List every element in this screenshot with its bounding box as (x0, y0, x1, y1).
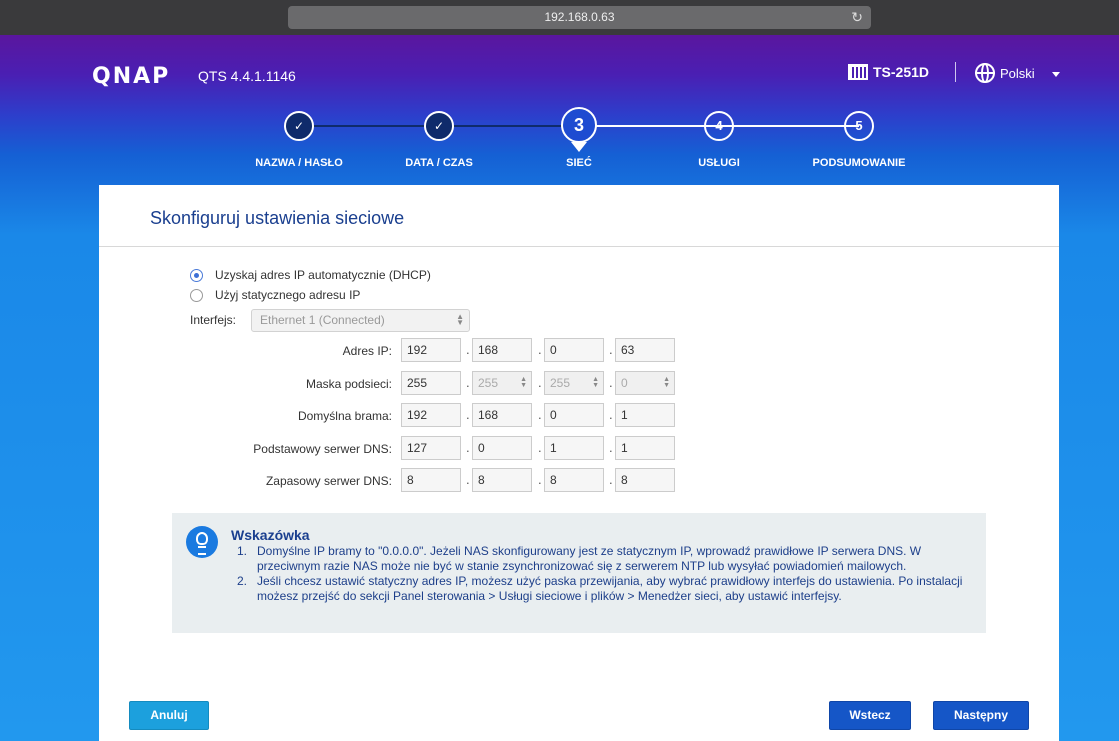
octet-separator: . (466, 440, 470, 455)
step-5-indicator: 5 (844, 111, 874, 141)
secondary-dns-octet-4[interactable]: 8 (615, 468, 675, 492)
step-2-check-icon: ✓ (424, 111, 454, 141)
spinner-arrows-icon: ▲ ▼ (520, 376, 527, 389)
static-ip-label: Użyj statycznego adresu IP (215, 288, 361, 302)
octet-separator: . (538, 472, 542, 487)
select-arrows-icon: ▲ ▼ (456, 312, 464, 327)
ip-octet-1[interactable]: 192 (401, 338, 461, 362)
step-4-label: USŁUGI (698, 157, 740, 169)
step-1-label: NAZWA / HASŁO (255, 157, 343, 169)
secondary-dns-octet-2[interactable]: 8 (472, 468, 532, 492)
tip-list: 1. Domyślne IP bramy to "0.0.0.0". Jeżel… (237, 544, 977, 604)
tip-item-number: 2. (237, 574, 248, 588)
title-divider (99, 246, 1059, 247)
octet-separator: . (538, 375, 542, 390)
primary-dns-octet-2[interactable]: 0 (472, 436, 532, 460)
octet-separator: . (609, 407, 613, 422)
mask-octet-4[interactable]: 0 ▲ ▼ (615, 371, 675, 395)
firmware-version: QTS 4.4.1.1146 (198, 68, 296, 84)
interface-value: Ethernet 1 (Connected) (260, 313, 385, 327)
mask-octet-3[interactable]: 255 ▲ ▼ (544, 371, 604, 395)
step-active-pointer (571, 142, 587, 152)
octet-separator: . (609, 440, 613, 455)
secondary-dns-label: Zapasowy serwer DNS: (265, 474, 392, 488)
octet-separator: . (466, 407, 470, 422)
browser-toolbar: 192.168.0.63 ↻ (0, 0, 1119, 35)
primary-dns-octet-4[interactable]: 1 (615, 436, 675, 460)
spinner-arrows-icon: ▲ ▼ (663, 376, 670, 389)
gateway-label: Domyślna brama: (297, 409, 392, 423)
secondary-dns-octet-3[interactable]: 8 (544, 468, 604, 492)
gateway-octet-3[interactable]: 0 (544, 403, 604, 427)
mask-octet-4-value: 0 (621, 376, 628, 390)
octet-separator: . (466, 472, 470, 487)
octet-separator: . (538, 342, 542, 357)
primary-dns-octet-1[interactable]: 127 (401, 436, 461, 460)
address-bar[interactable]: 192.168.0.63 ↻ (288, 6, 871, 29)
panel-title: Skonfiguruj ustawienia sieciowe (150, 208, 405, 228)
tip-item-number: 1. (237, 544, 248, 558)
dhcp-option[interactable]: Uzyskaj adres IP automatycznie (DHCP) (190, 268, 431, 282)
next-button[interactable]: Następny (933, 701, 1029, 730)
mask-octet-2[interactable]: 255 ▲ ▼ (472, 371, 532, 395)
lightbulb-icon (186, 526, 218, 558)
ip-octet-4[interactable]: 63 (615, 338, 675, 362)
address-text: 192.168.0.63 (544, 10, 615, 24)
interface-label: Interfejs: (190, 313, 237, 327)
step-5-label: PODSUMOWANIE (812, 157, 906, 169)
spinner-arrows-icon: ▲ ▼ (592, 376, 599, 389)
primary-dns-label: Podstawowy serwer DNS: (253, 442, 392, 456)
octet-separator: . (538, 440, 542, 455)
gateway-octet-2[interactable]: 168 (472, 403, 532, 427)
octet-separator: . (609, 375, 613, 390)
step-1-check-icon: ✓ (284, 111, 314, 141)
nas-device-icon (848, 64, 868, 80)
primary-dns-octet-3[interactable]: 1 (544, 436, 604, 460)
tip-item: 2. Jeśli chcesz ustawić statyczny adres … (237, 574, 977, 604)
gateway-octet-4[interactable]: 1 (615, 403, 675, 427)
step-3-label: SIEĆ (566, 157, 592, 169)
reload-icon[interactable]: ↻ (851, 6, 863, 29)
cancel-button[interactable]: Anuluj (129, 701, 209, 730)
octet-separator: . (609, 342, 613, 357)
static-ip-option[interactable]: Użyj statycznego adresu IP (190, 288, 360, 302)
static-ip-radio[interactable] (190, 288, 203, 302)
language-label: Polski (1000, 65, 1035, 81)
device-model: TS-251D (848, 64, 929, 80)
back-button[interactable]: Wstecz (829, 701, 911, 730)
octet-separator: . (466, 375, 470, 390)
ip-address-label: Adres IP: (342, 344, 392, 358)
tip-box: Wskazówka 1. Domyślne IP bramy to "0.0.0… (172, 513, 986, 633)
mask-octet-3-value: 255 (550, 376, 571, 390)
interface-select[interactable]: Ethernet 1 (Connected) ▲ ▼ (251, 309, 470, 332)
tip-title: Wskazówka (231, 527, 310, 543)
octet-separator: . (466, 342, 470, 357)
globe-icon (975, 63, 995, 83)
tip-item-text: Domyślne IP bramy to "0.0.0.0". Jeżeli N… (257, 544, 922, 573)
qnap-logo: QNAP (92, 64, 171, 89)
step-2-label: DATA / CZAS (405, 157, 473, 169)
step-3-indicator: 3 (561, 107, 597, 143)
ip-octet-3[interactable]: 0 (544, 338, 604, 362)
network-settings-panel: Skonfiguruj ustawienia sieciowe Uzyskaj … (99, 185, 1059, 741)
mask-octet-2-value: 255 (478, 376, 499, 390)
language-selector[interactable]: Polski (975, 63, 1060, 83)
dhcp-radio[interactable] (190, 268, 203, 282)
subnet-mask-label: Maska podsieci: (305, 377, 392, 391)
dhcp-label: Uzyskaj adres IP automatycznie (DHCP) (215, 268, 431, 282)
step-4-indicator: 4 (704, 111, 734, 141)
ip-octet-2[interactable]: 168 (472, 338, 532, 362)
tip-item-text: Jeśli chcesz ustawić statyczny adres IP,… (257, 574, 963, 603)
mask-octet-1[interactable]: 255 (401, 371, 461, 395)
octet-separator: . (538, 407, 542, 422)
gateway-octet-1[interactable]: 192 (401, 403, 461, 427)
octet-separator: . (609, 472, 613, 487)
device-model-label: TS-251D (873, 64, 930, 80)
chevron-down-icon (1051, 71, 1060, 77)
secondary-dns-octet-1[interactable]: 8 (401, 468, 461, 492)
tip-item: 1. Domyślne IP bramy to "0.0.0.0". Jeżel… (237, 544, 977, 574)
header-divider (955, 62, 956, 82)
